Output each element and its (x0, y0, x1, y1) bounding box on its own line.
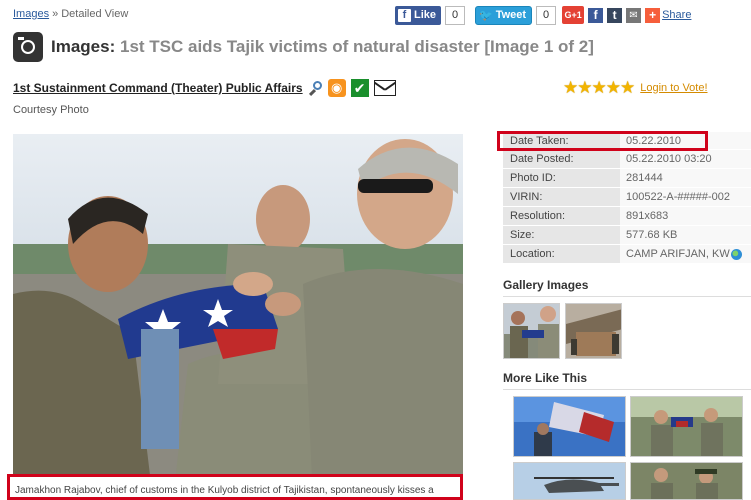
detail-key: Resolution: (503, 207, 620, 225)
globe-icon[interactable] (730, 248, 742, 260)
subscribe-check-icon[interactable]: ✔ (350, 79, 369, 97)
facebook-icon: f (398, 8, 411, 22)
star-icon[interactable]: ★ (606, 79, 621, 96)
facebook-like-button[interactable]: f Like (395, 5, 442, 25)
courtesy-label: Courtesy Photo (13, 104, 89, 116)
facebook-like-label: Like (414, 9, 437, 21)
related-thumbnail[interactable] (630, 396, 743, 457)
page-title: Images: 1st TSC aids Tajik victims of na… (51, 37, 594, 57)
detail-value: 891x683 (620, 207, 751, 225)
gallery-thumbnail[interactable] (503, 303, 560, 359)
location-text: CAMP ARIFJAN, KW (626, 248, 730, 260)
google-plus-one-button[interactable]: G+1 (562, 6, 585, 24)
rating-widget: ★ ★ ★ ★ ★ Login to Vote! (563, 79, 708, 96)
gallery-thumbnail-image (504, 304, 559, 358)
related-thumbnail-image (631, 463, 742, 499)
detail-row-date-taken: Date Taken: 05.22.2010 (503, 132, 751, 150)
detail-value: 05.22.2010 (620, 132, 751, 149)
related-thumbnail-image (631, 397, 742, 456)
camera-icon (13, 32, 43, 62)
twitter-bird-icon: 🐦 (479, 9, 493, 22)
rss-icon[interactable]: ◉ (327, 79, 346, 97)
photo-caption: Jamakhon Rajabov, chief of customs in th… (7, 474, 463, 500)
detail-key: Date Taken: (503, 132, 620, 149)
login-to-vote-link[interactable]: Login to Vote! (640, 82, 707, 94)
divider (503, 296, 751, 297)
breadcrumb-current: Detailed View (61, 8, 129, 20)
page-title-row: Images: 1st TSC aids Tajik victims of na… (13, 32, 594, 62)
email-envelope-icon[interactable] (373, 80, 396, 96)
detail-key: Location: (503, 245, 620, 263)
detail-value: 281444 (620, 169, 751, 187)
detail-key: Photo ID: (503, 169, 620, 187)
detail-row-photo-id: Photo ID: 281444 (503, 169, 751, 188)
related-thumbnail[interactable] (513, 396, 626, 457)
detail-row-resolution: Resolution: 891x683 (503, 207, 751, 226)
detail-key: Date Posted: (503, 150, 620, 168)
facebook-like-count: 0 (445, 5, 466, 25)
addthis-share-icon[interactable]: + (645, 7, 661, 23)
detail-value: CAMP ARIFJAN, KW (620, 245, 751, 263)
unit-link[interactable]: 1st Sustainment Command (Theater) Public… (13, 81, 303, 95)
image-details-table: Date Taken: 05.22.2010 Date Posted: 05.2… (503, 132, 751, 264)
main-photo[interactable] (13, 134, 463, 500)
related-thumbnail[interactable] (513, 462, 626, 500)
social-share-bar: f Like 0 🐦 Tweet 0 G+1 f t ✉ + Share (395, 5, 691, 25)
divider (503, 389, 751, 390)
breadcrumb: Images» Detailed View (13, 8, 128, 20)
page-title-prefix: Images: (51, 37, 116, 56)
detail-value: 577.68 KB (620, 226, 751, 244)
detail-row-date-posted: Date Posted: 05.22.2010 03:20 (503, 150, 751, 169)
main-photo-image (13, 134, 463, 500)
tweet-button[interactable]: 🐦 Tweet (475, 5, 533, 25)
magnifier-icon[interactable] (308, 81, 322, 97)
star-icon[interactable]: ★ (563, 79, 578, 96)
gallery-thumbnail-image (566, 304, 621, 358)
breadcrumb-separator: » (52, 8, 59, 20)
star-icon[interactable]: ★ (620, 79, 635, 96)
facebook-share-icon[interactable]: f (588, 7, 604, 23)
tumblr-share-icon[interactable]: t (607, 7, 623, 23)
page-title-text: 1st TSC aids Tajik victims of natural di… (119, 37, 594, 56)
detail-row-location: Location: CAMP ARIFJAN, KW (503, 245, 751, 264)
tweet-count: 0 (536, 5, 557, 25)
gallery-images-heading: Gallery Images (503, 278, 589, 292)
star-icon[interactable]: ★ (577, 79, 592, 96)
detail-key: VIRIN: (503, 188, 620, 206)
tweet-label: Tweet (495, 9, 527, 21)
detail-value: 05.22.2010 03:20 (620, 150, 751, 168)
detail-row-virin: VIRIN: 100522-A-#####-002 (503, 188, 751, 207)
detail-value: 100522-A-#####-002 (620, 188, 751, 206)
share-link[interactable]: Share (662, 9, 691, 21)
star-icon[interactable]: ★ (592, 79, 607, 96)
related-thumbnail-image (514, 397, 625, 456)
breadcrumb-images-link[interactable]: Images (13, 8, 49, 20)
gallery-thumbnail[interactable] (565, 303, 622, 359)
unit-row: 1st Sustainment Command (Theater) Public… (13, 79, 396, 97)
related-thumbnail[interactable] (630, 462, 743, 500)
related-thumbnail-image (514, 463, 625, 499)
detail-row-size: Size: 577.68 KB (503, 226, 751, 245)
detail-key: Size: (503, 226, 620, 244)
more-like-this-heading: More Like This (503, 371, 588, 385)
email-share-icon[interactable]: ✉ (626, 7, 642, 23)
